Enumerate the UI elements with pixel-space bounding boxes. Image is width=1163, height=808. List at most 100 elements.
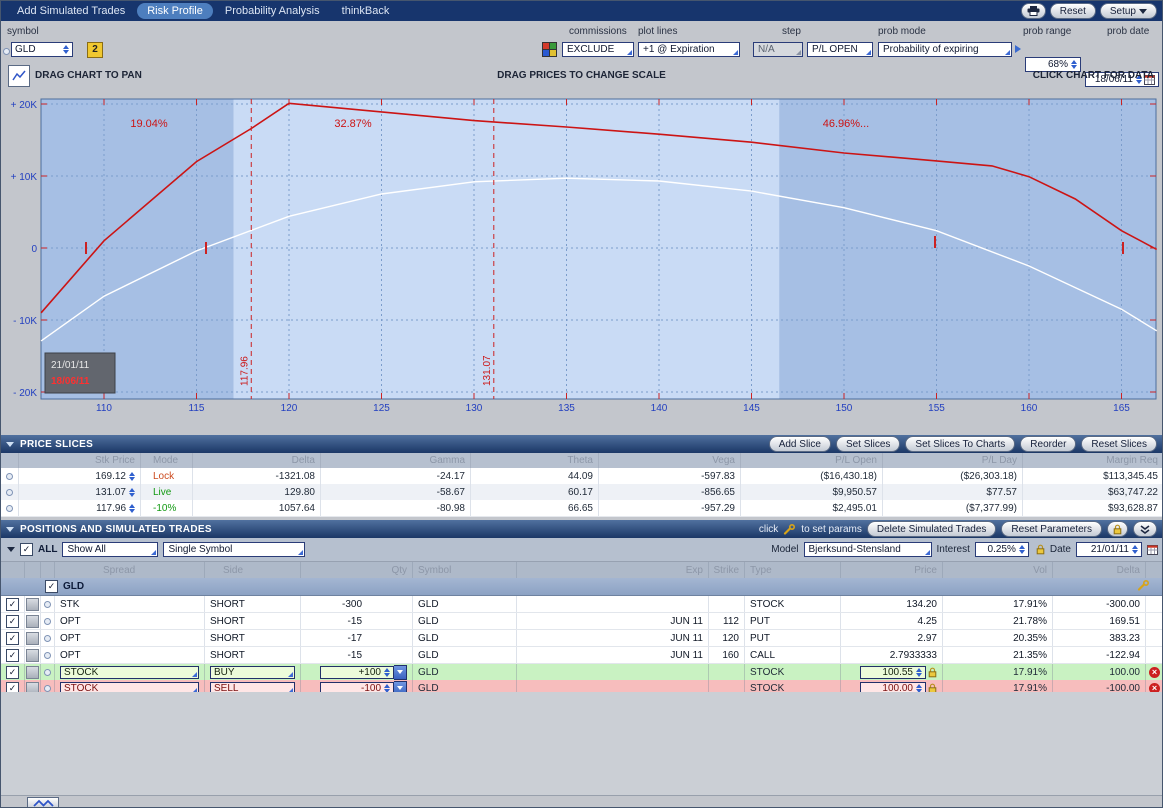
reset-button[interactable]: Reset: [1050, 3, 1096, 19]
tab-probability-analysis[interactable]: Probability Analysis: [215, 3, 330, 19]
spinner-arrows[interactable]: [916, 668, 922, 677]
svg-text:+ 10K: + 10K: [11, 172, 38, 183]
slice-stk-price[interactable]: 169.12: [19, 468, 141, 484]
spinner-arrows[interactable]: [1019, 545, 1025, 554]
collapse-positions-icon[interactable]: [6, 527, 14, 532]
toolbar: symbol GLD 2 commissions EXCLUDE plot li…: [1, 21, 1162, 61]
spinner-arrows[interactable]: [129, 504, 135, 513]
sim-side-dropdown[interactable]: BUY: [210, 666, 295, 679]
row-checkbox[interactable]: ✓: [6, 666, 19, 679]
symbol-input[interactable]: GLD: [11, 42, 73, 57]
pl-mode-dropdown[interactable]: P/L OPEN: [807, 42, 873, 57]
risk-profile-chart[interactable]: 110115120125130135140145150155160165+ 20…: [1, 91, 1163, 421]
lock-icon[interactable]: [1036, 544, 1045, 555]
link-dot[interactable]: [44, 685, 51, 692]
set-slices-button[interactable]: Set Slices: [836, 436, 900, 452]
row-checkbox[interactable]: ✓: [6, 649, 19, 662]
link-dot[interactable]: [44, 669, 51, 676]
delete-trade-button[interactable]: ×: [1149, 667, 1160, 678]
tab-add-simulated-trades[interactable]: Add Simulated Trades: [7, 3, 135, 19]
prob-mode-dropdown[interactable]: Probability of expiring: [878, 42, 1012, 57]
top-tab-bar: Add Simulated Trades Risk Profile Probab…: [1, 1, 1162, 21]
reset-parameters-button[interactable]: Reset Parameters: [1001, 521, 1102, 537]
sim-price-input[interactable]: 100.55: [860, 666, 926, 679]
row-options-button[interactable]: [26, 632, 39, 645]
lock-icon[interactable]: [928, 667, 937, 678]
step-dropdown[interactable]: N/A: [753, 42, 803, 57]
pan-mode-button[interactable]: [8, 65, 30, 87]
row-checkbox[interactable]: ✓: [6, 632, 19, 645]
spinner-arrows[interactable]: [1132, 545, 1138, 554]
link-dot[interactable]: [6, 505, 13, 512]
collapse-section-button[interactable]: [1133, 521, 1157, 537]
slice-mode[interactable]: Lock: [141, 468, 193, 484]
price-slices-header: PRICE SLICES Add Slice Set Slices Set Sl…: [1, 435, 1162, 453]
wrench-icon[interactable]: [1137, 578, 1163, 596]
set-slices-to-charts-button[interactable]: Set Slices To Charts: [905, 436, 1015, 452]
single-symbol-dropdown[interactable]: Single Symbol: [163, 542, 305, 557]
group-checkbox[interactable]: ✓: [45, 580, 58, 593]
slice-stk-price[interactable]: 117.96: [19, 500, 141, 516]
add-slice-button[interactable]: Add Slice: [769, 436, 831, 452]
model-dropdown[interactable]: Bjerksund-Stensland: [804, 542, 932, 557]
tab-risk-profile[interactable]: Risk Profile: [137, 3, 213, 19]
svg-text:19.04%: 19.04%: [130, 118, 168, 130]
link-dot[interactable]: [3, 48, 10, 55]
link-dot[interactable]: [44, 635, 51, 642]
link-dot[interactable]: [44, 618, 51, 625]
slice-mode[interactable]: -10%: [141, 500, 193, 516]
sim-spread-dropdown[interactable]: STOCK: [60, 666, 199, 679]
spinner-arrows[interactable]: [129, 472, 135, 481]
select-all-checkbox[interactable]: ✓: [20, 543, 33, 556]
col-qty: Qty: [301, 562, 413, 578]
row-options-button[interactable]: [26, 666, 39, 679]
print-button[interactable]: [1021, 3, 1046, 19]
commissions-dropdown[interactable]: EXCLUDE: [562, 42, 634, 57]
row-checkbox[interactable]: ✓: [6, 615, 19, 628]
position-row: ✓ OPT SHORT -17 GLD JUN 11 120 PUT 2.97 …: [1, 630, 1163, 647]
row-options-button[interactable]: [26, 649, 39, 662]
cell-delta: -300.00: [1053, 596, 1146, 612]
restore-pane-button[interactable]: [27, 797, 59, 808]
setup-button[interactable]: Setup: [1100, 3, 1157, 19]
reorder-button[interactable]: Reorder: [1020, 436, 1076, 452]
qty-dropdown-button[interactable]: [394, 665, 407, 680]
slice-margin-req: $93,628.87: [1023, 500, 1163, 516]
spinner-arrows[interactable]: [129, 488, 135, 497]
sim-qty-input[interactable]: +100: [320, 666, 394, 679]
slice-delta: 129.80: [193, 484, 321, 500]
reset-slices-button[interactable]: Reset Slices: [1081, 436, 1157, 452]
link-dot[interactable]: [44, 652, 51, 659]
slice-stk-price[interactable]: 131.07: [19, 484, 141, 500]
bottom-scrollbar[interactable]: [1, 795, 1163, 808]
commissions-grid-icon[interactable]: [542, 42, 557, 62]
cell-type: CALL: [745, 647, 841, 663]
plot-lines-dropdown[interactable]: +1 @ Expiration: [638, 42, 740, 57]
link-dot[interactable]: [6, 473, 13, 480]
col-price: Price: [841, 562, 943, 578]
delete-simulated-trades-button[interactable]: Delete Simulated Trades: [867, 521, 997, 537]
collapse-group-icon[interactable]: [7, 547, 15, 552]
lock-layout-button[interactable]: [1107, 521, 1128, 537]
row-options-button[interactable]: [26, 615, 39, 628]
cell-strike: 120: [709, 630, 745, 646]
cell-delta: 100.00: [1053, 664, 1146, 680]
link-dot[interactable]: [44, 601, 51, 608]
spinner-arrows[interactable]: [63, 45, 69, 54]
tab-thinkback[interactable]: thinkBack: [332, 3, 400, 19]
symbol-group-row[interactable]: ✓ GLD: [1, 578, 1163, 596]
link-group-badge[interactable]: 2: [87, 42, 103, 58]
show-all-dropdown[interactable]: Show All: [62, 542, 158, 557]
expand-right-icon[interactable]: [1015, 45, 1021, 53]
symbol-label: symbol: [7, 26, 39, 37]
row-checkbox[interactable]: ✓: [6, 598, 19, 611]
collapse-slices-icon[interactable]: [6, 442, 14, 447]
slice-mode[interactable]: Live: [141, 484, 193, 500]
interest-input[interactable]: 0.25%: [975, 542, 1029, 557]
date-input[interactable]: 21/01/11: [1076, 542, 1142, 557]
spinner-arrows[interactable]: [384, 668, 390, 677]
svg-text:145: 145: [743, 403, 760, 414]
calendar-icon[interactable]: [1147, 544, 1158, 555]
link-dot[interactable]: [6, 489, 13, 496]
row-options-button[interactable]: [26, 598, 39, 611]
